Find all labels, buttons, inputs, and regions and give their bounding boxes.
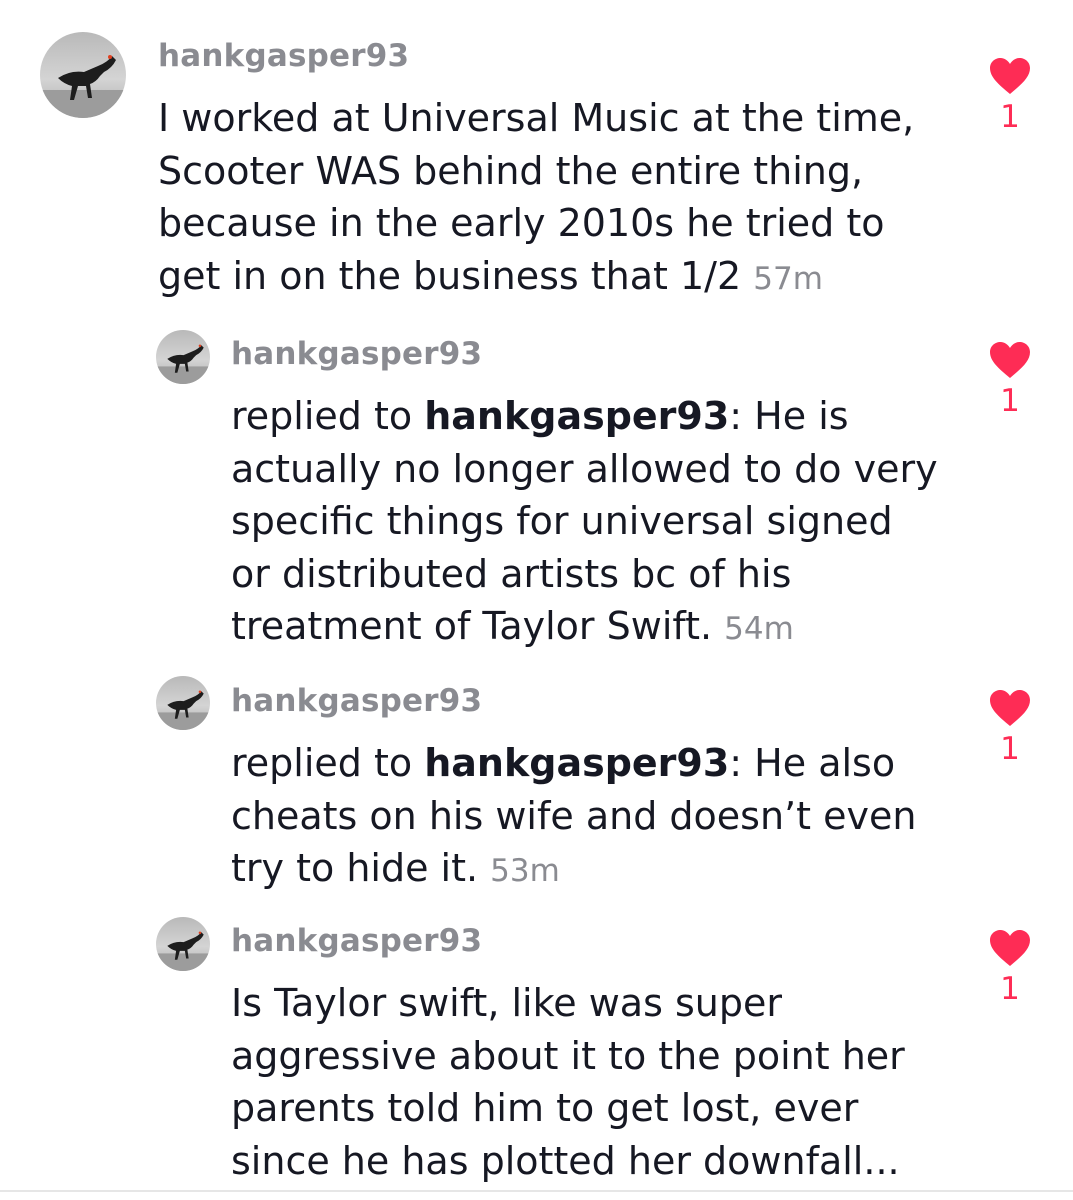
divider (0, 1190, 1073, 1192)
like-count: 1 (1000, 971, 1020, 1007)
like-count: 1 (1000, 383, 1020, 419)
comment-timestamp: 53m (490, 853, 560, 889)
user-avatar[interactable] (40, 32, 126, 118)
like-button[interactable]: 1 (980, 688, 1040, 765)
reply-username[interactable]: hankgasper93 (231, 683, 482, 719)
reply-mention[interactable]: hankgasper93 (424, 741, 729, 785)
like-button[interactable]: 1 (980, 928, 1040, 1005)
reply-username[interactable]: hankgasper93 (231, 923, 482, 959)
heart-icon (990, 690, 1030, 726)
reply-username[interactable]: hankgasper93 (231, 336, 482, 372)
comment-text: I worked at Universal Music at the time,… (158, 92, 978, 305)
reply-prefix: replied to (231, 741, 425, 785)
reply-text: Is Taylor swift, like was super aggressi… (231, 977, 971, 1187)
dinosaur-avatar-icon (156, 344, 210, 384)
heart-icon (990, 58, 1030, 94)
dinosaur-avatar-icon (156, 690, 210, 730)
heart-icon (990, 930, 1030, 966)
like-button[interactable]: 1 (980, 56, 1040, 133)
user-avatar[interactable] (156, 917, 210, 971)
reply-prefix: replied to (231, 394, 425, 438)
comment-timestamp: 57m (753, 260, 823, 297)
reply-mention[interactable]: hankgasper93 (424, 394, 729, 438)
reply-body: Is Taylor swift, like was super aggressi… (231, 981, 905, 1183)
like-count: 1 (1000, 99, 1020, 135)
dinosaur-avatar-icon (156, 931, 210, 971)
dinosaur-avatar-icon (40, 55, 126, 118)
user-avatar[interactable] (156, 330, 210, 384)
user-avatar[interactable] (156, 676, 210, 730)
like-count: 1 (1000, 731, 1020, 767)
reply-text: replied to hankgasper93: He also cheats … (231, 737, 971, 898)
comment-timestamp: 54m (724, 611, 794, 647)
comment-username[interactable]: hankgasper93 (158, 38, 409, 74)
like-button[interactable]: 1 (980, 340, 1040, 417)
heart-icon (990, 342, 1030, 378)
reply-text: replied to hankgasper93: He is actually … (231, 390, 971, 656)
